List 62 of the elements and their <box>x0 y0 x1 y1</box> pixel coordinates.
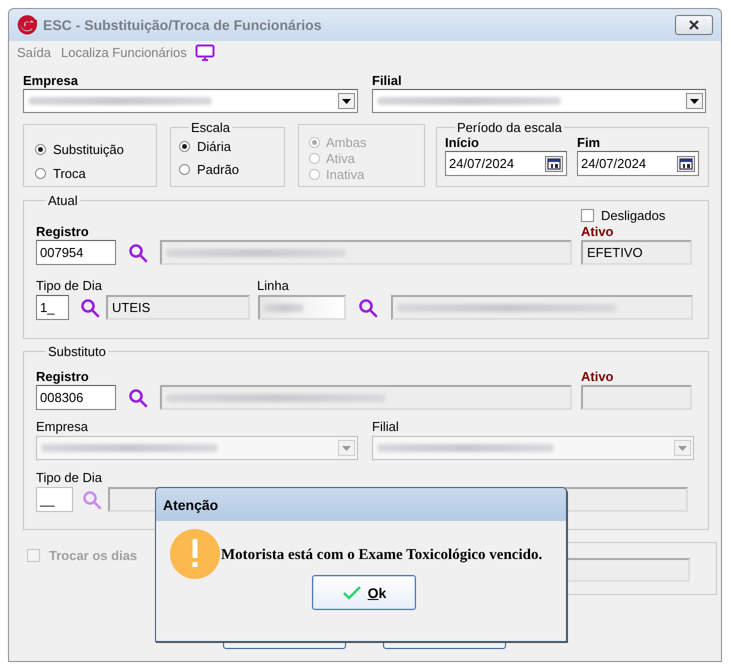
registration-field[interactable]: 007954 <box>36 240 116 265</box>
window-title: ESC - Substituição/Troca de Funcionários <box>43 17 322 33</box>
monitor-icon[interactable] <box>194 44 215 62</box>
field-label: Ativo <box>581 369 614 384</box>
radio-label: Substituição <box>53 142 124 156</box>
checkbox[interactable] <box>581 208 594 222</box>
checkmark-icon <box>342 584 362 600</box>
search-icon[interactable] <box>358 298 378 318</box>
field-label: Empresa <box>36 419 90 434</box>
field-label: Início <box>445 135 480 151</box>
radio-label: Ambas <box>326 134 366 150</box>
radio-button[interactable] <box>35 144 46 154</box>
radio-label: Ativa <box>326 150 355 166</box>
close-icon <box>688 20 700 30</box>
field-label: Registro <box>36 369 90 384</box>
checkbox-label: Desligados <box>601 208 666 222</box>
registration-field[interactable]: 008306 <box>36 385 116 410</box>
close-button[interactable] <box>675 15 713 35</box>
field-label: Tipo de Dia <box>36 278 103 293</box>
field-label: Linha <box>257 278 289 293</box>
calendar-icon[interactable] <box>677 156 695 172</box>
group-title: Substituto <box>47 344 107 359</box>
status-field: EFETIVO <box>581 240 692 265</box>
dropdown-field[interactable] <box>372 89 706 113</box>
field-label: Ativo <box>581 224 614 239</box>
field-label: Empresa <box>23 73 79 88</box>
date-field[interactable]: 24/07/2024 <box>577 151 699 176</box>
dialog-title: Atenção <box>156 488 566 521</box>
search-icon[interactable] <box>128 388 148 408</box>
ok-button[interactable]: Ok <box>312 575 416 610</box>
group-title: Período da escala <box>456 120 563 135</box>
radio-button[interactable] <box>179 164 190 175</box>
day-type-description-field: UTEIS <box>106 295 250 320</box>
app-logo-icon <box>17 15 37 35</box>
line-field[interactable] <box>258 295 346 320</box>
field-label: Filial <box>372 73 403 88</box>
checkbox-label: Trocar os dias <box>49 548 138 563</box>
search-icon[interactable] <box>128 242 148 262</box>
group-title: Escala <box>190 120 232 135</box>
radio-label: Diária <box>197 139 231 154</box>
field-label: Registro <box>36 224 90 239</box>
dropdown-field[interactable] <box>36 436 358 460</box>
date-field[interactable]: 24/07/2024 <box>445 151 567 176</box>
warning-icon <box>170 529 220 579</box>
field-label: Fim <box>577 135 602 151</box>
search-icon[interactable] <box>80 298 100 318</box>
radio-label: Padrão <box>197 162 239 177</box>
radio-button[interactable] <box>35 168 46 178</box>
dropdown-field[interactable] <box>372 436 694 460</box>
field-label: Tipo de Dia <box>36 470 102 485</box>
field-label: Filial <box>372 419 399 434</box>
radio-label: Troca <box>53 166 86 180</box>
calendar-icon[interactable] <box>545 156 563 172</box>
caret-icon[interactable] <box>690 98 699 104</box>
radio-label: Inativa <box>326 166 364 182</box>
day-type-field[interactable]: __ <box>36 487 73 512</box>
dropdown-field[interactable] <box>23 89 358 113</box>
caret-icon[interactable] <box>342 98 351 104</box>
dialog-message: Motorista está com o Exame Toxicológico vencido. <box>221 546 542 564</box>
day-type-field[interactable]: 1_ <box>36 295 69 320</box>
radio-button[interactable] <box>179 141 190 152</box>
group-title: Atual <box>47 193 79 208</box>
